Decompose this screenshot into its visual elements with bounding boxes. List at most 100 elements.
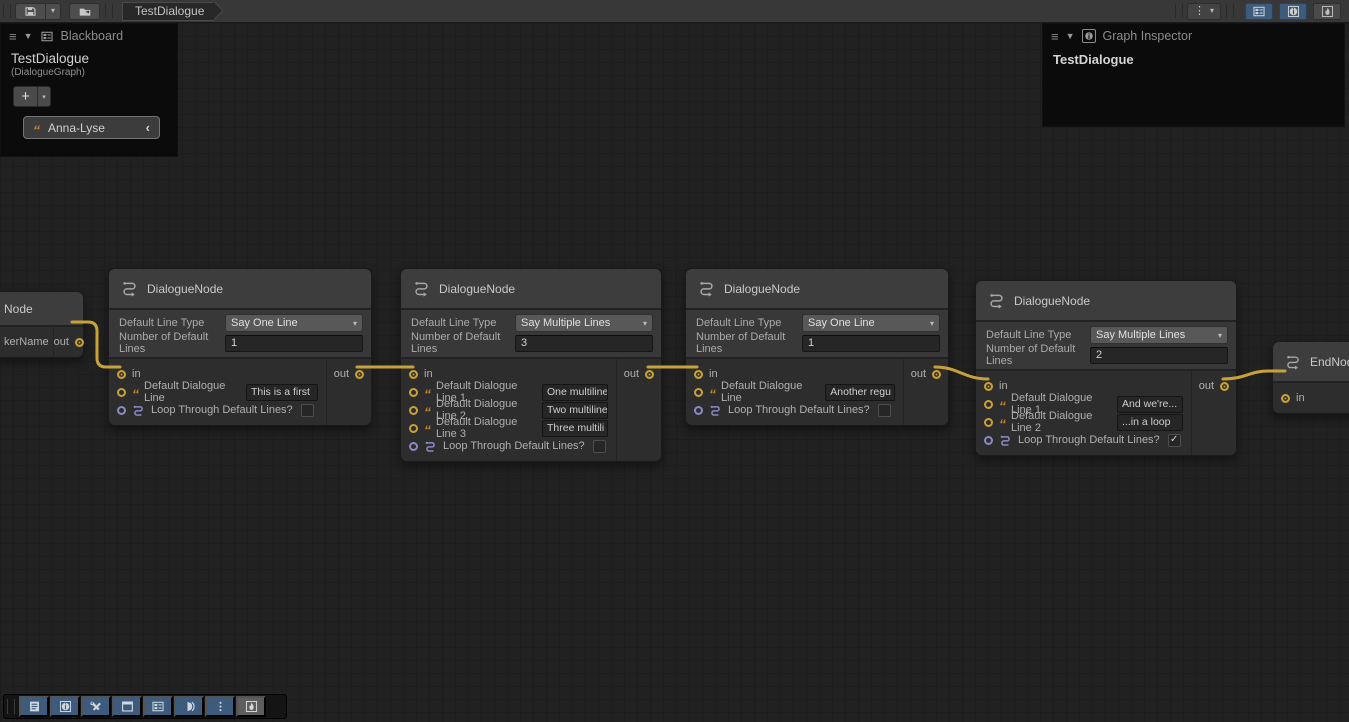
toggle-tools-button[interactable]: [81, 696, 111, 717]
bool-port[interactable]: [117, 406, 126, 415]
line-type-value: Say One Line: [808, 317, 875, 329]
out-port[interactable]: [932, 370, 941, 379]
speaker-node-partial[interactable]: Node kerName out: [0, 291, 84, 358]
line-count-label: Number of Default Lines: [696, 331, 802, 355]
dialogue-node-4[interactable]: DialogueNode Default Line Type Say Multi…: [975, 280, 1237, 456]
out-port-label: out: [624, 368, 639, 380]
dialogue-node-icon: [698, 280, 715, 297]
dialogue-node-2[interactable]: DialogueNode Default Line Type Say Multi…: [400, 268, 662, 462]
dialogue-line-value: Three multili: [547, 422, 604, 434]
toggle-inspector-button[interactable]: [1279, 3, 1307, 20]
bool-port[interactable]: [984, 436, 993, 445]
tools-icon: [89, 700, 103, 714]
loop-checkbox[interactable]: [878, 404, 891, 417]
plus-icon: +: [21, 88, 30, 105]
in-port-label: in: [999, 380, 1008, 392]
line-type-dropdown[interactable]: Say Multiple Lines ▾: [1090, 326, 1228, 344]
toggle-console-button[interactable]: [19, 696, 49, 717]
loop-checkbox[interactable]: [593, 440, 606, 453]
dialogue-node-3[interactable]: DialogueNode Default Line Type Say One L…: [685, 268, 949, 426]
out-port[interactable]: [355, 370, 364, 379]
toggle-blackboard-button[interactable]: [1245, 3, 1273, 20]
line-count-input[interactable]: 2: [1090, 347, 1228, 364]
bool-port[interactable]: [694, 406, 703, 415]
in-port-label: in: [424, 368, 433, 380]
toggle-window-button[interactable]: [112, 696, 142, 717]
in-port-label: in: [709, 368, 718, 380]
quote-icon: “: [424, 389, 430, 399]
dialogue-line-input[interactable]: Three multili: [542, 420, 608, 437]
node-title-bar[interactable]: DialogueNode: [976, 281, 1236, 322]
folder-open-icon: [78, 5, 92, 18]
line-type-label: Default Line Type: [411, 317, 515, 329]
loop-checkbox[interactable]: [301, 404, 314, 417]
loop-checkbox-checked[interactable]: ✓: [1168, 434, 1181, 447]
collapse-arrow-icon[interactable]: ▼: [1066, 31, 1075, 41]
node-title-bar[interactable]: DialogueNode: [109, 269, 371, 310]
blackboard-icon: [1252, 5, 1266, 18]
end-node[interactable]: EndNode in: [1272, 341, 1349, 414]
string-port[interactable]: [409, 406, 418, 415]
node-title-bar[interactable]: DialogueNode: [401, 269, 661, 310]
dialogue-node-1[interactable]: DialogueNode Default Line Type Say One L…: [108, 268, 372, 426]
save-dropdown-button[interactable]: ▾: [46, 3, 61, 20]
node-title-bar[interactable]: Node: [0, 292, 83, 327]
dialogue-line-input[interactable]: This is a first: [246, 384, 318, 401]
toolbar-drag-handle[interactable]: [7, 699, 15, 714]
options-menu-button[interactable]: ⋮ ▾: [1187, 3, 1221, 20]
line-type-dropdown[interactable]: Say Multiple Lines ▾: [515, 314, 653, 332]
out-port[interactable]: [1220, 382, 1229, 391]
out-port[interactable]: [75, 338, 84, 347]
add-variable-button[interactable]: +: [13, 86, 38, 107]
dialogue-line-input[interactable]: ...in a loop: [1117, 414, 1183, 431]
window-icon: [121, 700, 134, 713]
out-port[interactable]: [645, 370, 654, 379]
dialogue-line-input[interactable]: Another regu: [825, 384, 895, 401]
line-type-dropdown[interactable]: Say One Line ▾: [802, 314, 940, 332]
toolbar-drag-handle[interactable]: [1175, 4, 1183, 18]
node-title-bar[interactable]: EndNode: [1273, 342, 1349, 383]
graph-tab-label: TestDialogue: [135, 4, 204, 18]
chevron-left-icon[interactable]: ‹: [146, 120, 150, 135]
blackboard-header[interactable]: ≡ ▼ Blackboard: [1, 24, 177, 48]
loop-toggle-label: Loop Through Default Lines?: [1018, 434, 1160, 446]
in-port[interactable]: [984, 382, 993, 391]
blackboard-field-anna-lyse[interactable]: “ Anna-Lyse ‹: [23, 116, 160, 139]
collapse-arrow-icon[interactable]: ▼: [24, 31, 33, 41]
string-port[interactable]: [984, 418, 993, 427]
dialogue-line-input[interactable]: Two multiline: [542, 402, 608, 419]
line-count-input[interactable]: 1: [802, 335, 940, 352]
blackboard-graph-name: TestDialogue: [1, 48, 177, 66]
string-port[interactable]: [694, 388, 703, 397]
add-variable-dropdown-button[interactable]: ▾: [38, 86, 51, 107]
toggle-minimap-button[interactable]: [1313, 3, 1341, 20]
inspector-header[interactable]: ≡ ▼ Graph Inspector: [1043, 24, 1344, 48]
node-title-bar[interactable]: DialogueNode: [686, 269, 948, 310]
string-port[interactable]: [409, 424, 418, 433]
line-type-dropdown[interactable]: Say One Line ▾: [225, 314, 363, 332]
in-port[interactable]: [694, 370, 703, 379]
more-options-button[interactable]: [205, 696, 235, 717]
in-port[interactable]: [409, 370, 418, 379]
toggle-blackboard-bottom-button[interactable]: [143, 696, 173, 717]
toolbar-drag-handle[interactable]: [3, 4, 11, 18]
string-port[interactable]: [117, 388, 126, 397]
bool-port[interactable]: [409, 442, 418, 451]
line-count-input[interactable]: 3: [515, 335, 653, 352]
in-port[interactable]: [117, 370, 126, 379]
open-asset-button[interactable]: [69, 3, 100, 20]
string-port[interactable]: [409, 388, 418, 397]
line-count-input[interactable]: 1: [225, 335, 363, 352]
graph-breadcrumb-tab[interactable]: TestDialogue: [122, 2, 214, 21]
in-port[interactable]: [1281, 394, 1290, 403]
string-port[interactable]: [984, 400, 993, 409]
dialogue-line-input[interactable]: And we're...: [1117, 396, 1183, 413]
save-button[interactable]: [15, 3, 46, 20]
minimap-toggle-bottom-button[interactable]: [236, 696, 266, 717]
graph-canvas[interactable]: Node kerName out: [0, 23, 1349, 722]
toggle-dialogue-preview-button[interactable]: [174, 696, 204, 717]
toggle-inspector-bottom-button[interactable]: [50, 696, 80, 717]
dialogue-line-input[interactable]: One multiline: [542, 384, 608, 401]
node-title-label: DialogueNode: [439, 282, 515, 296]
in-port-label: in: [132, 368, 141, 380]
